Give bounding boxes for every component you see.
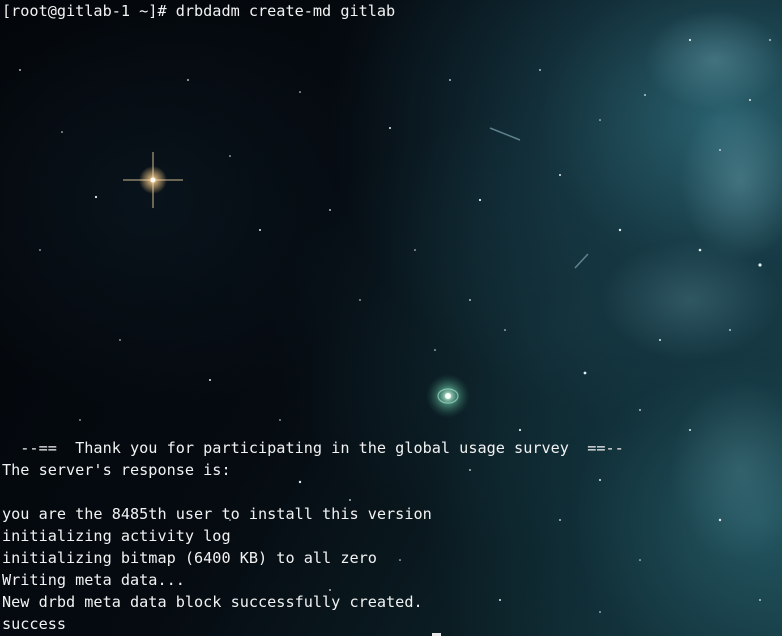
success-line: success	[2, 615, 67, 633]
user-count-line: you are the 8485th user to install this …	[2, 505, 432, 523]
terminal-output[interactable]: [root@gitlab-1 ~]# drbdadm create-md git…	[2, 0, 780, 636]
meta-created-line: New drbd meta data block successfully cr…	[2, 593, 423, 611]
writing-meta-line: Writing meta data...	[2, 571, 185, 589]
command-prompt-line: [root@gitlab-1 ~]# drbdadm create-md git…	[2, 2, 396, 20]
activity-log-line: initializing activity log	[2, 527, 231, 545]
server-response-line: The server's response is:	[2, 461, 231, 479]
bitmap-line: initializing bitmap (6400 KB) to all zer…	[2, 549, 377, 567]
survey-banner-line: --== Thank you for participating in the …	[2, 439, 624, 457]
terminal-window[interactable]: [root@gitlab-1 ~]# drbdadm create-md git…	[0, 0, 782, 636]
